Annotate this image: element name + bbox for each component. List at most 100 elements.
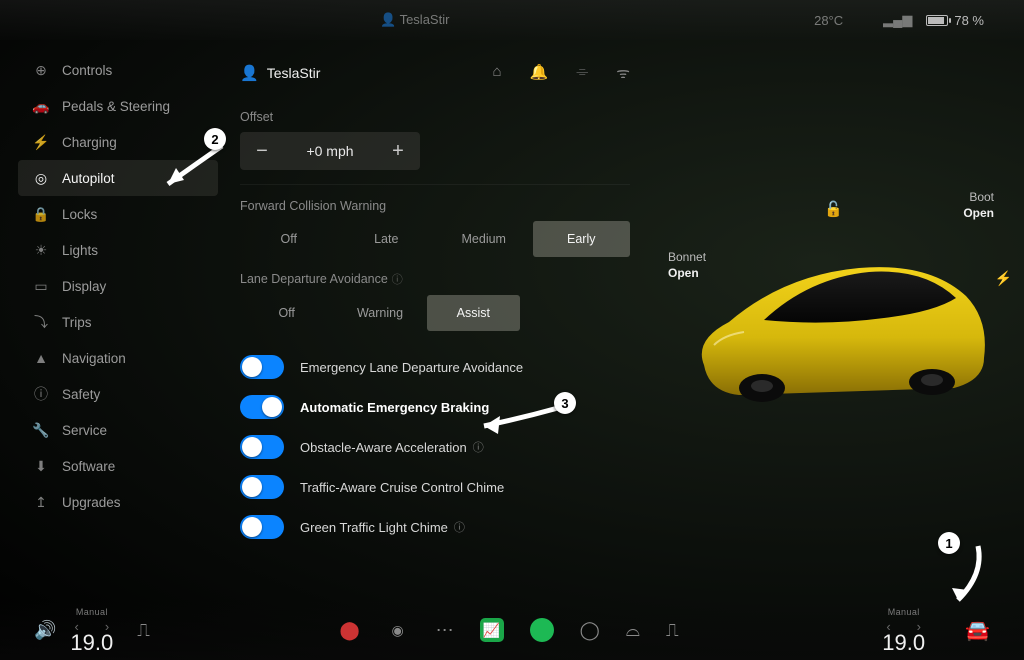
sidebar-icon: 🔧 (30, 422, 52, 439)
sidebar-icon: 🔒 (30, 206, 52, 223)
car-icon[interactable]: 🚘 (965, 618, 990, 643)
boot-status[interactable]: Boot Open (963, 190, 994, 220)
toggle-green-traffic-light-chime: Green Traffic Light Chime ⓘ (240, 507, 630, 547)
climate-left[interactable]: Manual ‹› 19.0 (70, 607, 113, 654)
lda-option-assist[interactable]: Assist (427, 295, 520, 331)
signal-icon: ▂▄▆ (883, 12, 912, 28)
volume-icon[interactable]: 🔊 (34, 620, 56, 641)
more-icon[interactable]: ⋯ (436, 620, 454, 641)
settings-sidebar: ⊕ Controls 🚗 Pedals & Steering ⚡Charging ◎ Aut… (18, 52, 218, 600)
battery-percent: 78 % (954, 13, 984, 28)
sidebar-item-pedals-steering[interactable]: 🚗 Pedals & Steering (18, 88, 218, 124)
toggle-obstacle-aware-acceleration: Obstacle-Aware Accelerationⓘ (240, 427, 630, 467)
sidebar-item-lights[interactable]: ☀Lights (18, 232, 218, 268)
charge-bolt-icon[interactable]: ⚡ (995, 270, 1012, 287)
sidebar-item-label: Controls (62, 63, 112, 78)
sidebar-icon: ▲ (30, 350, 52, 366)
panel-header: 👤 TeslaStir ⌂ 🔔 ⌯ ᯤ (240, 50, 630, 96)
toggle-label: Emergency Lane Departure Avoidance (300, 360, 523, 375)
sidebar-icon: ◎ (30, 170, 52, 187)
sidebar-item-display[interactable]: ▭Display (18, 268, 218, 304)
fcw-label: Forward Collision Warning (240, 199, 630, 213)
seat-right-icon[interactable]: ⎍ (666, 620, 679, 641)
status-temperature: 28°C (814, 13, 843, 28)
user-icon: 👤 (240, 64, 259, 82)
sidebar-item-label: Trips (62, 315, 92, 330)
spotify-icon[interactable] (530, 618, 554, 642)
camera-icon[interactable]: ◯ (580, 620, 600, 641)
sidebar-icon: ▭ (30, 278, 52, 295)
sidebar-icon: ↥ (30, 494, 52, 511)
red-app-icon[interactable]: ⬤ (339, 620, 359, 641)
seat-left-icon[interactable]: ⎍ (137, 620, 150, 641)
sidebar-item-label: Upgrades (62, 495, 121, 510)
home-icon[interactable]: ⌂ (493, 63, 502, 83)
toggle-switch[interactable] (240, 355, 284, 379)
bluetooth-icon[interactable]: ⌯ (576, 63, 588, 83)
user-name: TeslaStir (267, 65, 321, 81)
fcw-option-medium[interactable]: Medium (435, 221, 533, 257)
sidebar-item-label: Pedals & Steering (62, 99, 170, 114)
lda-segment[interactable]: OffWarningAssist (240, 295, 520, 331)
fcw-option-late[interactable]: Late (338, 221, 436, 257)
sidebar-icon: ⚡ (30, 134, 52, 151)
toggle-label: Green Traffic Light Chime (300, 520, 448, 535)
defrost-front-icon[interactable]: ⌓ (626, 620, 640, 641)
wifi-icon[interactable]: ᯤ (616, 63, 630, 83)
toggle-switch[interactable] (240, 515, 284, 539)
toggle-switch[interactable] (240, 435, 284, 459)
info-icon[interactable]: ⓘ (473, 439, 484, 455)
battery-icon (926, 15, 948, 26)
autopilot-panel: 👤 TeslaStir ⌂ 🔔 ⌯ ᯤ Offset − +0 mph + Fo… (240, 50, 630, 600)
climate-right[interactable]: Manual ‹› 19.0 (882, 607, 925, 654)
sidebar-icon: 🚗 (30, 98, 52, 115)
sidebar-item-upgrades[interactable]: ↥ Upgrades (18, 484, 218, 520)
sidebar-item-label: Software (62, 459, 115, 474)
status-bar: 👤 TeslaStir 28°C ▂▄▆ 78 % (0, 0, 1024, 40)
offset-stepper[interactable]: − +0 mph + (240, 132, 420, 170)
toggle-switch[interactable] (240, 475, 284, 499)
toggle-traffic-aware-cruise-control-chime: Traffic-Aware Cruise Control Chime (240, 467, 630, 507)
sidebar-item-label: Navigation (62, 351, 126, 366)
info-icon[interactable]: ⓘ (454, 519, 465, 535)
offset-minus-button[interactable]: − (240, 140, 284, 163)
sidebar-icon: ⊕ (30, 62, 52, 79)
sidebar-item-label: Lights (62, 243, 98, 258)
sidebar-icon: ⤵ (30, 312, 52, 332)
fcw-option-off[interactable]: Off (240, 221, 338, 257)
car-image (684, 250, 994, 420)
offset-plus-button[interactable]: + (376, 140, 420, 163)
sidebar-item-label: Safety (62, 387, 100, 402)
sidebar-item-charging[interactable]: ⚡Charging (18, 124, 218, 160)
toggle-emergency-lane-departure-avoidance: Emergency Lane Departure Avoidance (240, 347, 630, 387)
fcw-segment[interactable]: OffLateMediumEarly (240, 221, 630, 257)
dashcam-icon[interactable]: ◉ (386, 618, 410, 642)
toggle-switch[interactable] (240, 395, 284, 419)
bell-icon[interactable]: 🔔 (530, 63, 549, 83)
lda-label: Lane Departure Avoidanceⓘ (240, 271, 630, 287)
bottom-bar: 🔊 Manual ‹› 19.0 ⎍ ⬤ ◉ ⋯ 📈 ◯ ⌓ ⎍ Manual … (0, 600, 1024, 660)
status-location: 👤 TeslaStir (380, 12, 449, 28)
toggle-label: Traffic-Aware Cruise Control Chime (300, 480, 504, 495)
sidebar-item-software[interactable]: ⬇ Software (18, 448, 218, 484)
sidebar-item-controls[interactable]: ⊕ Controls (18, 52, 218, 88)
lda-option-off[interactable]: Off (240, 295, 333, 331)
sidebar-item-trips[interactable]: ⤵ Trips (18, 304, 218, 340)
lock-open-icon[interactable]: 🔓 (824, 200, 843, 218)
lda-option-warning[interactable]: Warning (333, 295, 426, 331)
toggle-automatic-emergency-braking: Automatic Emergency Braking (240, 387, 630, 427)
info-icon[interactable]: ⓘ (392, 274, 403, 286)
sidebar-item-safety[interactable]: ⓘSafety (18, 376, 218, 412)
sidebar-item-service[interactable]: 🔧 Service (18, 412, 218, 448)
car-visualization: 🔓 ⚡ Bonnet Open Boot Open (634, 40, 1024, 600)
offset-label: Offset (240, 110, 630, 124)
stocks-icon[interactable]: 📈 (480, 618, 504, 642)
sidebar-item-navigation[interactable]: ▲ Navigation (18, 340, 218, 376)
app-tray: ⬤ ◉ ⋯ 📈 ◯ ⌓ ⎍ (339, 618, 678, 642)
fcw-option-early[interactable]: Early (533, 221, 631, 257)
sidebar-item-label: Autopilot (62, 171, 115, 186)
sidebar-item-locks[interactable]: 🔒Locks (18, 196, 218, 232)
sidebar-icon: ⬇ (30, 458, 52, 475)
sidebar-item-label: Service (62, 423, 107, 438)
sidebar-item-autopilot[interactable]: ◎ Autopilot (18, 160, 218, 196)
